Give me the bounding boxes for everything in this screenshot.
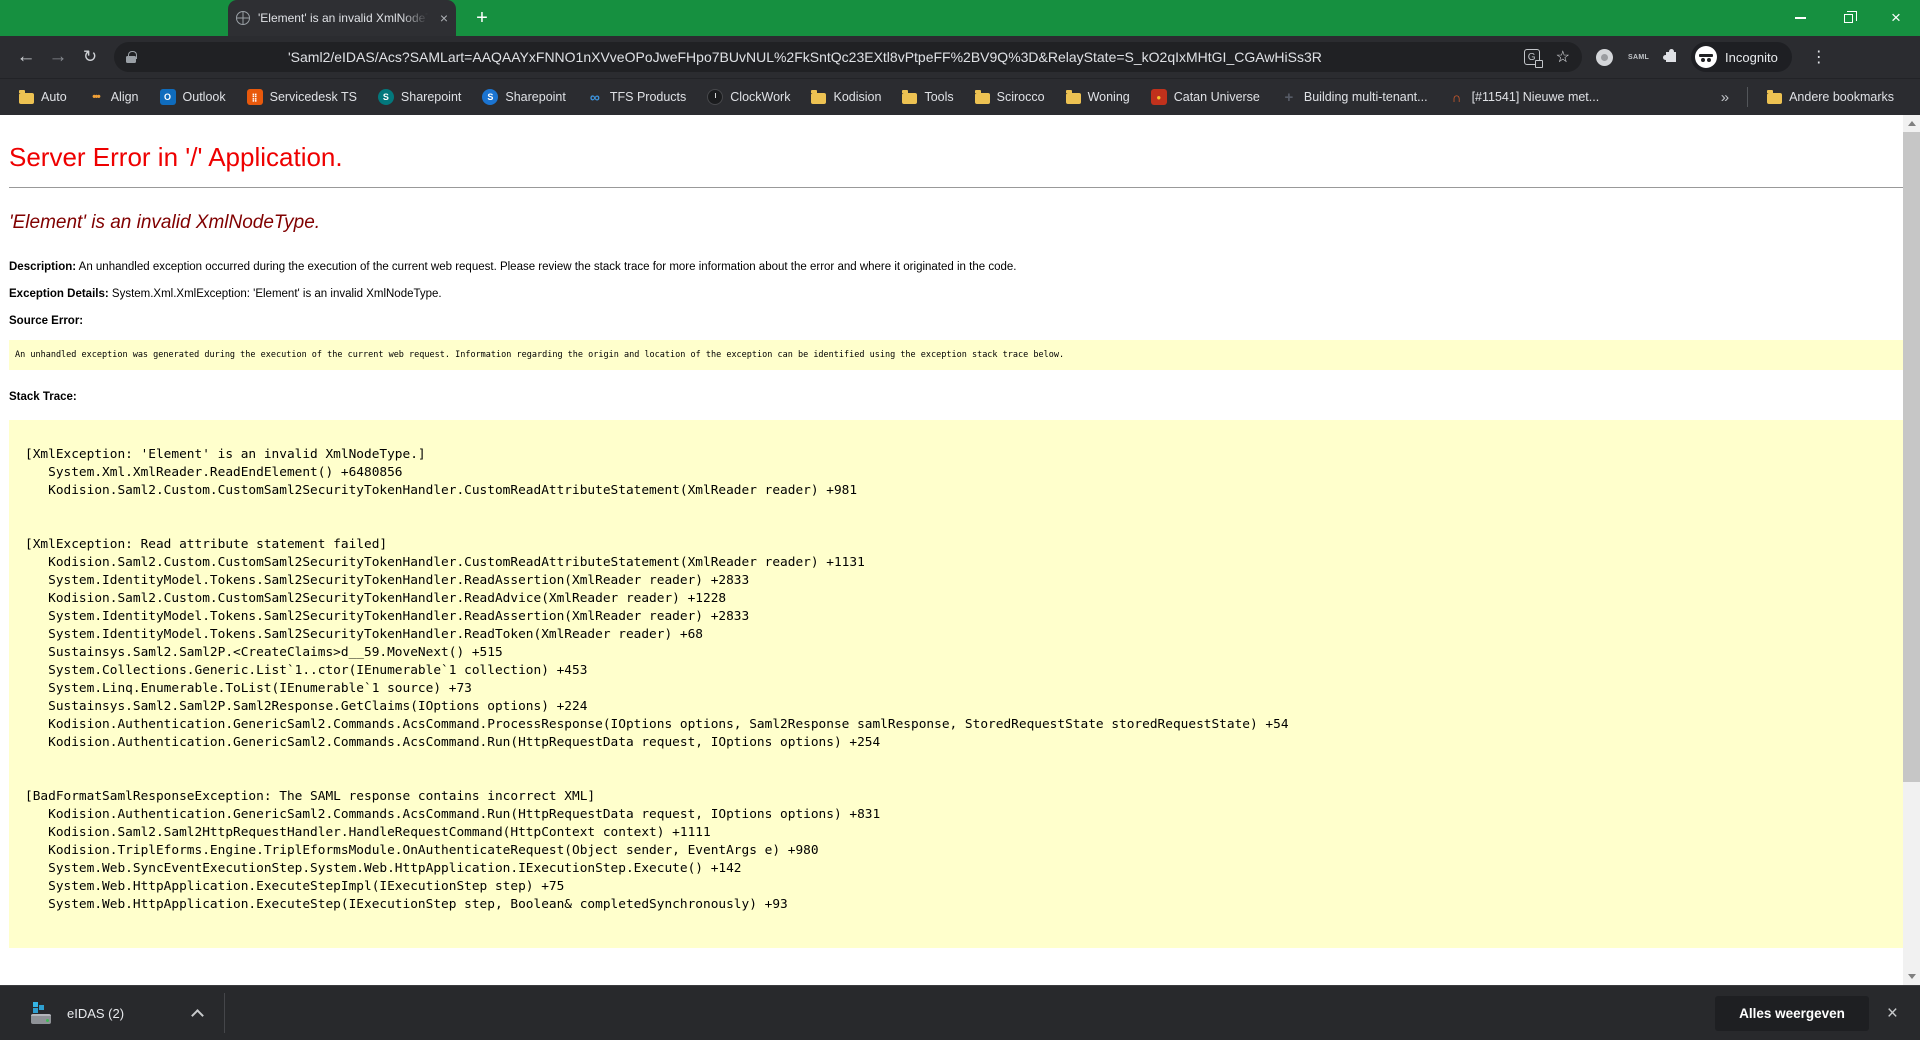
- download-bar-separator: [224, 993, 225, 1033]
- url-text[interactable]: 'Saml2/eIDAS/Acs?SAMLart=AAQAAYxFNNO1nXV…: [288, 49, 1524, 65]
- download-item[interactable]: eIDAS (2): [30, 1001, 204, 1025]
- browser-toolbar: ← → ↻ 'Saml2/eIDAS/Acs?SAMLart=AAQAAYxFN…: [0, 36, 1920, 78]
- scroll-up-icon: [1907, 121, 1916, 126]
- folder-icon: [974, 89, 990, 104]
- description-label: Description:: [9, 261, 77, 273]
- window-controls: ×: [1776, 0, 1920, 36]
- bookmarks-right-group: » Andere bookmarks: [1715, 87, 1908, 107]
- other-bookmarks-label: Andere bookmarks: [1789, 90, 1894, 104]
- stack-trace-box: [XmlException: 'Element' is an invalid X…: [9, 420, 1911, 948]
- bookmark-star-icon[interactable]: ☆: [1556, 47, 1570, 67]
- exception-details-line: Exception Details: System.Xml.XmlExcepti…: [9, 288, 1911, 300]
- restore-icon: [1843, 10, 1857, 23]
- error-subtitle: 'Element' is an invalid XmlNodeType.: [9, 212, 321, 233]
- outlook-icon: [159, 89, 176, 105]
- description-line: Description: An unhandled exception occu…: [9, 261, 1911, 273]
- translate-icon[interactable]: G: [1523, 49, 1543, 68]
- tab-title: 'Element' is an invalid XmlNodeType: [258, 11, 432, 25]
- download-file-icon: [30, 1001, 54, 1025]
- tfs-icon: [587, 89, 603, 105]
- description-text: An unhandled exception occurred during t…: [76, 261, 1017, 273]
- download-file-label: eIDAS (2): [67, 1005, 125, 1021]
- folder-icon: [811, 89, 827, 104]
- bookmarks-bar: Auto Align Outlook Servicedesk TS Sharep…: [0, 78, 1920, 115]
- sp-teal-icon: [377, 89, 394, 105]
- title-divider: [9, 187, 1911, 188]
- scroll-down-arrow[interactable]: [1903, 968, 1920, 985]
- minimize-icon: [1794, 17, 1806, 19]
- bookmark-item[interactable]: [#11541] Nieuwe met...: [1442, 86, 1607, 108]
- exception-details-label: Exception Details:: [9, 288, 109, 300]
- new-tab-button[interactable]: +: [468, 4, 496, 32]
- back-button[interactable]: ←: [10, 46, 42, 68]
- bookmark-item[interactable]: Sharepoint: [475, 86, 572, 108]
- bookmark-item[interactable]: Servicedesk TS: [240, 86, 364, 108]
- source-error-label: Source Error:: [9, 315, 84, 327]
- lock-icon[interactable]: [126, 50, 137, 63]
- bookmark-item[interactable]: Catan Universe: [1144, 86, 1267, 108]
- catan-icon: [1150, 89, 1167, 105]
- scroll-down-icon: [1907, 974, 1916, 979]
- bookmark-item[interactable]: Scirocco: [968, 87, 1052, 107]
- tab-close-icon[interactable]: ×: [440, 11, 448, 25]
- folder-icon: [1767, 89, 1783, 104]
- vertical-scrollbar[interactable]: [1903, 115, 1920, 985]
- bookmark-item[interactable]: TFS Products: [580, 86, 693, 108]
- page-content: Server Error in '/' Application. 'Elemen…: [0, 115, 1920, 985]
- browser-tab[interactable]: 'Element' is an invalid XmlNodeType ×: [228, 0, 456, 36]
- folder-icon: [902, 89, 918, 104]
- menu-kebab-icon[interactable]: ⋮: [1811, 47, 1827, 67]
- incognito-badge: Incognito: [1691, 42, 1792, 72]
- window-close-button[interactable]: ×: [1872, 0, 1920, 36]
- clock-icon: [707, 89, 724, 105]
- exception-details-text: System.Xml.XmlException: 'Element' is an…: [108, 288, 442, 300]
- scrollbar-thumb[interactable]: [1903, 132, 1920, 782]
- dots-icon: [88, 89, 104, 105]
- stack-trace-text: [XmlException: 'Element' is an invalid X…: [25, 447, 1289, 912]
- address-bar[interactable]: 'Saml2/eIDAS/Acs?SAMLart=AAQAAYxFNNO1nXV…: [114, 42, 1582, 72]
- download-bar-close-icon[interactable]: ×: [1887, 1004, 1898, 1023]
- forward-button[interactable]: →: [42, 46, 74, 68]
- stack-trace-label: Stack Trace:: [9, 391, 77, 403]
- folder-icon: [1065, 89, 1081, 104]
- incognito-label: Incognito: [1725, 49, 1778, 65]
- folder-icon: [19, 89, 34, 104]
- bookmark-item[interactable]: Outlook: [153, 86, 233, 108]
- minimize-button[interactable]: [1776, 0, 1824, 36]
- extensions-puzzle-icon[interactable]: [1663, 49, 1677, 62]
- bookmarks-separator: [1747, 87, 1749, 107]
- bookmark-item[interactable]: Kodision: [804, 87, 888, 107]
- restore-button[interactable]: [1824, 0, 1872, 36]
- sp-blue-icon: [482, 89, 499, 105]
- download-bar-right: Alles weergeven ×: [1715, 995, 1920, 1031]
- extension-icon[interactable]: [1596, 48, 1613, 66]
- bookmark-item[interactable]: Woning: [1059, 87, 1137, 107]
- scroll-up-arrow[interactable]: [1903, 115, 1920, 132]
- other-bookmarks-button[interactable]: Andere bookmarks: [1760, 87, 1901, 107]
- show-all-downloads-button[interactable]: Alles weergeven: [1715, 995, 1869, 1031]
- bookmarks-list: Auto Align Outlook Servicedesk TS Sharep…: [12, 86, 1613, 108]
- bookmark-item[interactable]: Auto: [12, 87, 74, 107]
- extensions-area: SAML Incognito ⋮: [1596, 42, 1827, 72]
- bookmark-item[interactable]: Align: [81, 86, 146, 108]
- incognito-icon: [1695, 46, 1718, 68]
- bookmark-item[interactable]: Building multi-tenant...: [1274, 86, 1435, 108]
- download-bar: eIDAS (2) Alles weergeven ×: [0, 985, 1920, 1040]
- reload-button[interactable]: ↻: [74, 47, 106, 67]
- chevron-up-icon[interactable]: [191, 1008, 204, 1022]
- bookmark-item[interactable]: Sharepoint: [371, 86, 468, 108]
- tab-strip: 'Element' is an invalid XmlNodeType × + …: [0, 0, 1920, 36]
- page-title: Server Error in '/' Application.: [9, 142, 343, 172]
- saml-tracer-extension-icon[interactable]: SAML: [1628, 54, 1649, 61]
- grid-icon: [246, 89, 263, 105]
- plus-dark-icon: [1281, 89, 1297, 105]
- bookmark-item[interactable]: Tools: [895, 87, 960, 107]
- arc-icon: [1449, 89, 1465, 105]
- source-error-note: An unhandled exception was generated dur…: [9, 340, 1911, 370]
- bookmark-item[interactable]: ClockWork: [700, 86, 797, 108]
- globe-favicon: [236, 11, 250, 25]
- bookmarks-overflow-chevron[interactable]: »: [1715, 89, 1735, 106]
